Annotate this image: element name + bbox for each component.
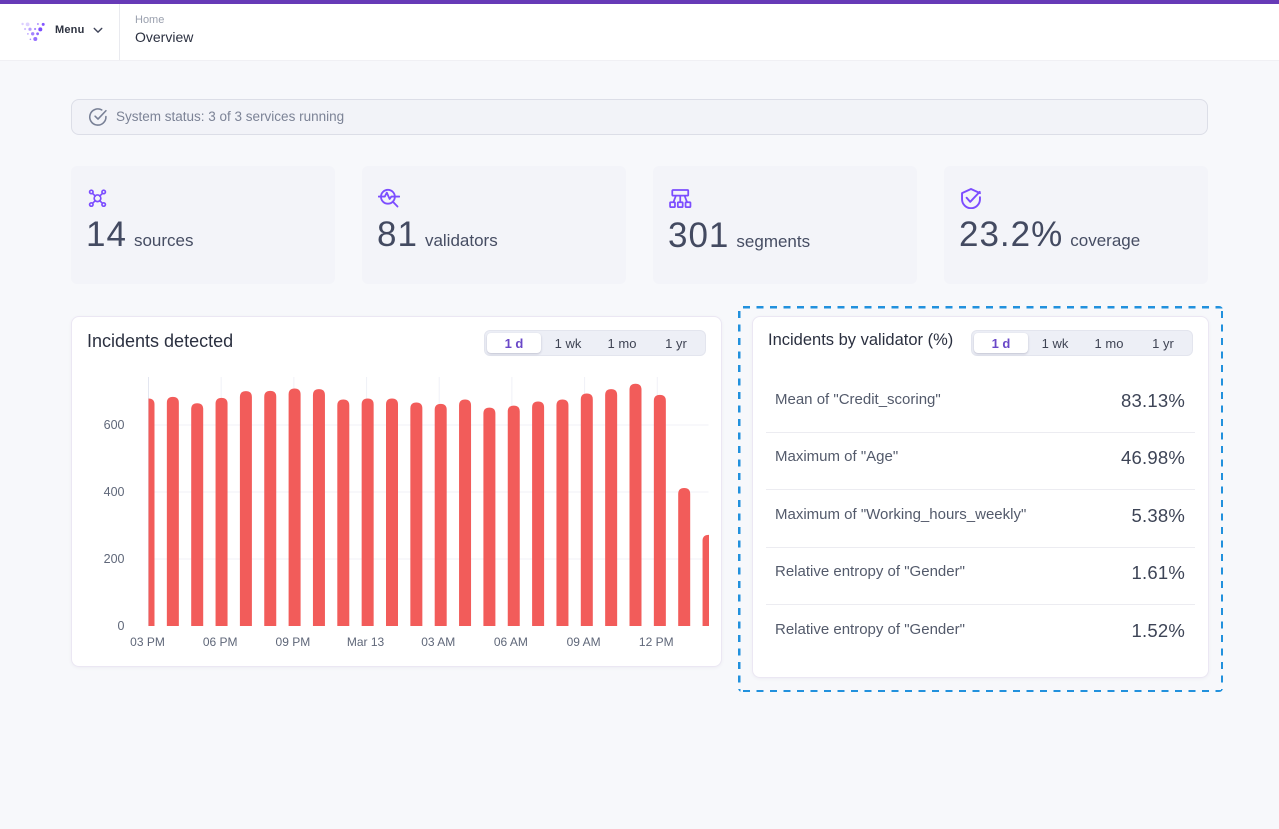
svg-text:200: 200	[104, 552, 125, 566]
svg-text:Mar 13: Mar 13	[347, 635, 385, 649]
svg-text:0: 0	[118, 619, 125, 633]
svg-text:03 AM: 03 AM	[421, 635, 455, 649]
svg-text:06 AM: 06 AM	[494, 635, 528, 649]
svg-text:09 PM: 09 PM	[276, 635, 311, 649]
svg-text:12 PM: 12 PM	[639, 635, 674, 649]
svg-text:03 PM: 03 PM	[130, 635, 165, 649]
svg-text:09 AM: 09 AM	[567, 635, 601, 649]
svg-text:400: 400	[104, 485, 125, 499]
svg-text:06 PM: 06 PM	[203, 635, 238, 649]
svg-text:600: 600	[104, 418, 125, 432]
